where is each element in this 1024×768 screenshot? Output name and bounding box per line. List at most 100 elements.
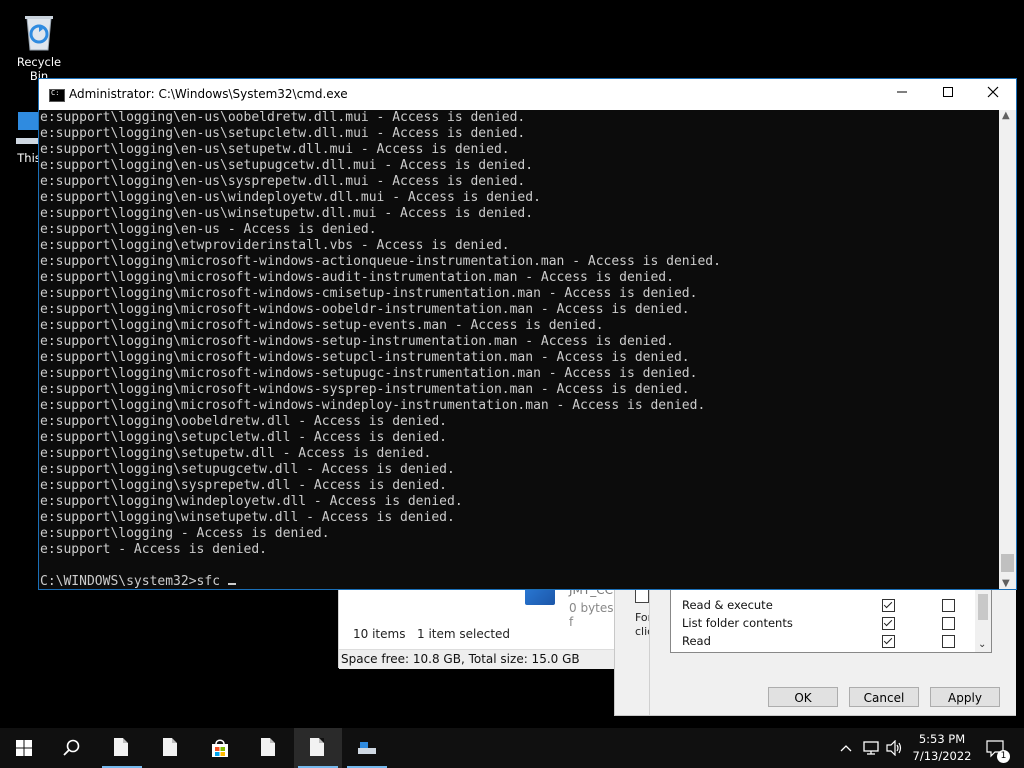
console-line: e:support\logging\en-us\setupugcetw.dll.… <box>40 158 534 173</box>
console-line: e:support\logging\microsoft-windows-setu… <box>40 366 698 381</box>
search-icon <box>63 739 80 756</box>
console-line: e:support\logging\oobeldretw.dll - Acces… <box>40 414 447 429</box>
notification-count-badge: 1 <box>997 750 1010 763</box>
permission-row: Read & execute <box>671 596 971 614</box>
file-size: 0 bytes f <box>569 601 614 629</box>
item-count: 10 items <box>353 627 406 641</box>
permissions-scrollbar[interactable]: ⌄ <box>975 590 991 652</box>
volume-icon <box>886 740 902 756</box>
close-icon <box>987 86 999 98</box>
console-line: e:support\logging\sysprepetw.dll - Acces… <box>40 478 447 493</box>
permission-row: Read <box>671 632 971 650</box>
scrollbar-thumb[interactable] <box>1001 554 1014 572</box>
taskbar-notepad-2[interactable] <box>147 728 195 768</box>
start-button[interactable] <box>0 728 48 768</box>
network-tray-button[interactable] <box>862 728 880 768</box>
dialog-checkbox[interactable] <box>635 589 649 603</box>
action-center-button[interactable]: 1 <box>980 728 1010 768</box>
console-line: e:support\logging\windeployetw.dll - Acc… <box>40 494 463 509</box>
console-line: e:support\logging - Access is denied. <box>40 526 330 541</box>
ok-button[interactable]: OK <box>768 687 838 707</box>
prompt-path: C:\WINDOWS\system32> <box>40 574 197 588</box>
chevron-down-icon[interactable]: ⌄ <box>978 639 986 650</box>
close-button[interactable] <box>970 79 1016 110</box>
taskbar: 5:53 PM 7/13/2022 1 <box>0 728 1024 768</box>
console-line: e:support\logging\microsoft-windows-setu… <box>40 350 690 365</box>
deny-checkbox[interactable] <box>942 635 955 648</box>
console-line: e:support\logging\en-us\setupcletw.dll.m… <box>40 126 526 141</box>
console-line: e:support - Access is denied. <box>40 542 267 557</box>
console-line: e:support\logging\setupcletw.dll - Acces… <box>40 430 447 445</box>
minimize-icon <box>897 91 907 93</box>
text-cursor <box>227 583 236 585</box>
console-line: e:support\logging\microsoft-windows-setu… <box>40 318 604 333</box>
permissions-list[interactable]: Read & execute List folder contents Read <box>670 589 992 653</box>
store-icon <box>212 739 228 757</box>
console-line: e:support\logging\en-us\winsetupetw.dll.… <box>40 206 534 221</box>
permission-row: List folder contents <box>671 614 971 632</box>
console-line: e:support\logging\en-us\setupetw.dll.mui… <box>40 142 510 157</box>
search-button[interactable] <box>48 728 96 768</box>
console-output[interactable]: e:support\logging\en-us\oobeldretw.dll.m… <box>40 110 1000 588</box>
taskbar-notepad-3[interactable] <box>245 728 293 768</box>
taskbar-notepad-4[interactable] <box>294 728 342 768</box>
permission-name: Read <box>682 634 711 648</box>
deny-checkbox[interactable] <box>942 599 955 612</box>
start-icon <box>16 740 32 756</box>
scroll-down-icon[interactable]: ▼ <box>1002 578 1010 589</box>
clock-time: 5:53 PM <box>918 732 966 746</box>
notepad-icon <box>114 738 128 756</box>
console-line: e:support\logging\microsoft-windows-sysp… <box>40 382 690 397</box>
command-input[interactable]: sfc <box>197 574 228 588</box>
drive-icon <box>358 742 376 754</box>
console-line: e:support\logging\microsoft-windows-acti… <box>40 254 721 269</box>
permission-row-partial <box>671 650 971 652</box>
properties-dialog[interactable]: For clic Read & execute List folder cont… <box>614 582 1016 716</box>
console-line: e:support\logging\en-us - Access is deni… <box>40 222 377 237</box>
allow-checkbox[interactable] <box>882 599 895 612</box>
minimize-button[interactable] <box>879 79 925 110</box>
console-line: e:support\logging\microsoft-windows-cmis… <box>40 286 698 301</box>
clock-button[interactable]: 5:53 PM 7/13/2022 <box>908 728 976 768</box>
console-line: e:support\logging\microsoft-windows-setu… <box>40 334 674 349</box>
console-line: e:support\logging\setupetw.dll - Access … <box>40 446 432 461</box>
console-line: e:support\logging\etwproviderinstall.vbs… <box>40 238 510 253</box>
apply-button[interactable]: Apply <box>930 687 1000 707</box>
console-line: e:support\logging\microsoft-windows-audi… <box>40 270 674 285</box>
cmd-title-bar[interactable]: Administrator: C:\Windows\System32\cmd.e… <box>39 79 1016 110</box>
window-title: Administrator: C:\Windows\System32\cmd.e… <box>69 87 348 101</box>
maximize-button[interactable] <box>925 79 971 110</box>
chevron-up-icon <box>840 745 852 752</box>
allow-checkbox[interactable] <box>882 635 895 648</box>
console-line: e:support\logging\en-us\oobeldretw.dll.m… <box>40 110 526 125</box>
recycle-bin-icon <box>25 16 53 51</box>
permissions-panel: Read & execute List folder contents Read <box>649 583 1016 715</box>
notepad-icon <box>163 738 177 756</box>
deny-checkbox[interactable] <box>942 617 955 630</box>
cmd-scrollbar[interactable]: ▲ ▼ <box>999 110 1016 589</box>
permission-name: List folder contents <box>682 616 793 630</box>
drive-space-status: Space free: 10.8 GB, Total size: 15.0 GB <box>339 649 619 669</box>
allow-checkbox[interactable] <box>882 617 895 630</box>
taskbar-notepad-1[interactable] <box>98 728 146 768</box>
cmd-app-icon[interactable] <box>49 89 65 102</box>
cmd-window[interactable]: Administrator: C:\Windows\System32\cmd.e… <box>38 78 1017 590</box>
show-hidden-icons-button[interactable] <box>838 728 854 768</box>
volume-tray-button[interactable] <box>884 728 904 768</box>
permission-name: Read & execute <box>682 598 773 612</box>
notepad-icon <box>261 738 275 756</box>
console-line: e:support\logging\setupugcetw.dll - Acce… <box>40 462 455 477</box>
clock-date: 7/13/2022 <box>912 749 972 763</box>
taskbar-drive[interactable] <box>343 728 391 768</box>
command-prompt-line[interactable]: C:\WINDOWS\system32>sfc <box>40 574 1000 588</box>
scroll-up-icon[interactable]: ▲ <box>1002 110 1010 121</box>
selection-status: 1 item selected <box>417 627 511 641</box>
scrollbar-thumb[interactable] <box>978 594 988 620</box>
maximize-icon <box>943 87 953 97</box>
console-line: e:support\logging\microsoft-windows-wind… <box>40 398 706 413</box>
cancel-button[interactable]: Cancel <box>849 687 919 707</box>
taskbar-store[interactable] <box>196 728 244 768</box>
recycle-bin-desktop-icon[interactable]: Recycle Bin <box>6 8 72 83</box>
console-line: e:support\logging\en-us\sysprepetw.dll.m… <box>40 174 526 189</box>
